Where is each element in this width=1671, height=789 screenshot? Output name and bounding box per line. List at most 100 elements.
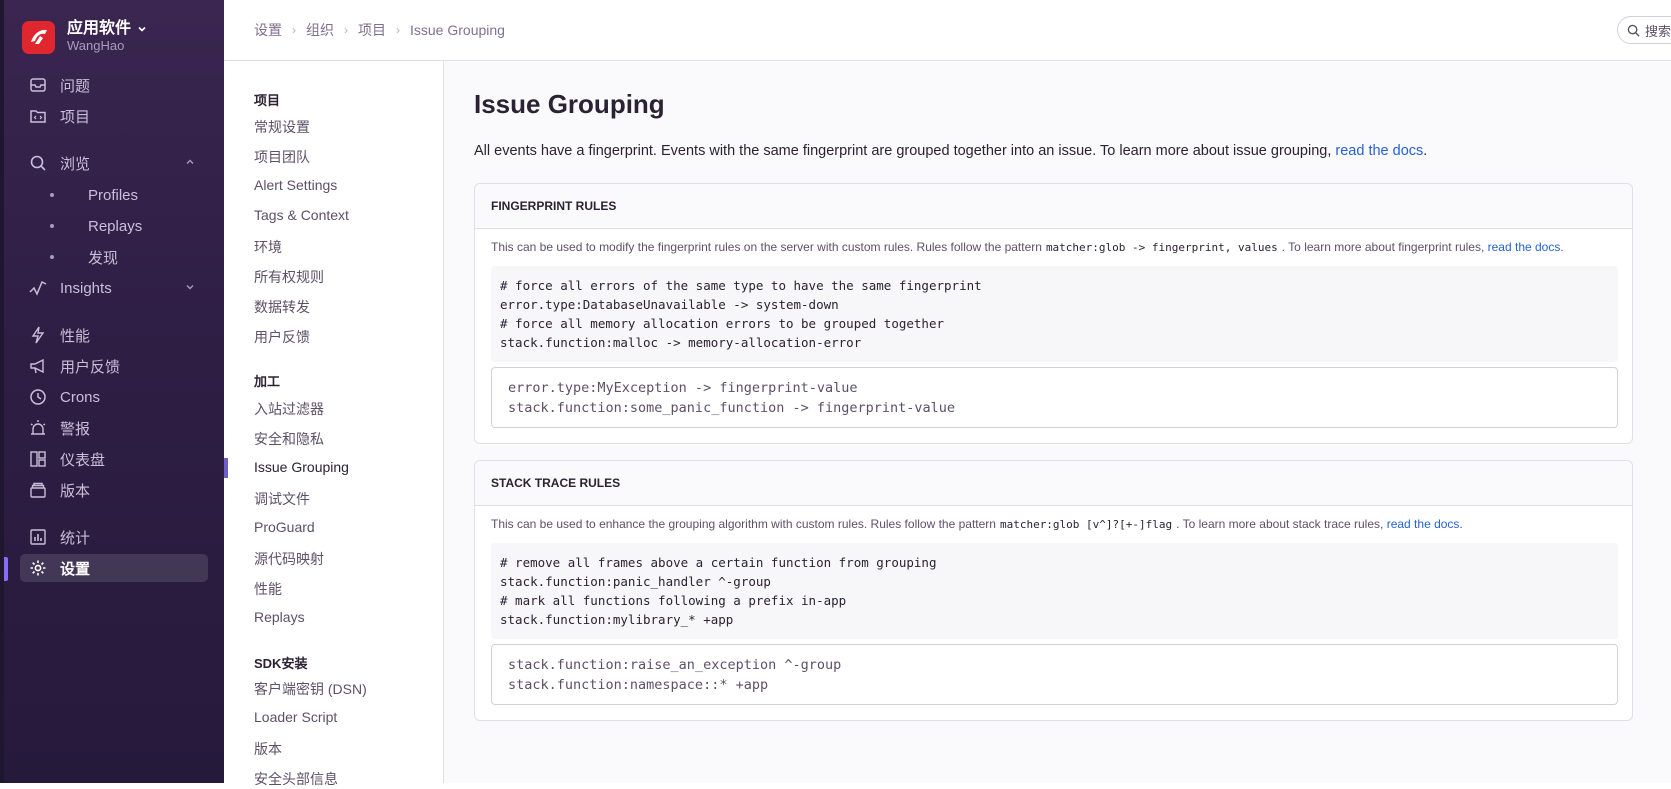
stack-trace-help-text: This can be used to enhance the grouping… (491, 517, 996, 531)
main-sidebar: 应用软件 WangHao 问题 项目 浏览 Profiles Replays 发… (0, 0, 224, 783)
docs-link[interactable]: read the docs (1335, 143, 1423, 159)
breadcrumb-current: Issue Grouping (410, 22, 505, 38)
lightning-icon (28, 325, 48, 345)
chevron-right-icon: › (344, 23, 348, 37)
inbox-icon (28, 75, 48, 95)
page-description-text: All events have a fingerprint. Events wi… (474, 143, 1336, 159)
settings-nav-item[interactable]: 环境 (254, 237, 282, 257)
fingerprint-rules-editor[interactable]: error.type:MyException -> fingerprint-va… (491, 367, 1618, 428)
bullet-icon (50, 224, 54, 228)
search-icon (28, 153, 48, 173)
nav-insights-label: Insights (60, 279, 112, 297)
settings-nav-item[interactable]: 安全和隐私 (254, 429, 324, 449)
stack-trace-rules-help: This can be used to enhance the grouping… (491, 517, 1463, 531)
settings-nav-heading-project: 项目 (254, 93, 281, 108)
settings-nav-item[interactable]: 源代码映射 (254, 549, 324, 569)
folder-icon (28, 106, 48, 126)
nav-crons-label: Crons (60, 388, 101, 406)
bullet-icon (50, 193, 54, 197)
chevron-right-icon: › (396, 23, 400, 37)
nav-discover[interactable]: 发现 (20, 243, 208, 271)
stack-trace-docs-link[interactable]: read the docs (1387, 517, 1460, 531)
breadcrumb: 设置 › 组织 › 项目 › Issue Grouping (254, 20, 505, 40)
nav-stats[interactable]: 统计 (20, 523, 208, 551)
stack-trace-help-end: . (1459, 517, 1463, 531)
page-description-end: . (1423, 143, 1428, 159)
nav-dashboards-label: 仪表盘 (60, 451, 106, 469)
nav-profiles[interactable]: Profiles (20, 181, 208, 209)
gear-icon (28, 558, 48, 578)
search-button[interactable]: 搜索 (1617, 16, 1671, 44)
nav-feedback[interactable]: 用户反馈 (20, 352, 208, 380)
nav-issues[interactable]: 问题 (20, 71, 208, 99)
bullet-icon (50, 255, 54, 259)
org-logo (22, 20, 55, 54)
settings-nav-item[interactable]: 数据转发 (254, 297, 310, 317)
nav-feedback-label: 用户反馈 (60, 358, 121, 376)
nav-explore[interactable]: 浏览 (20, 149, 208, 177)
fingerprint-rules-help: This can be used to modify the fingerpri… (491, 240, 1564, 254)
breadcrumb-project[interactable]: 项目 (358, 20, 386, 40)
settings-nav-item[interactable]: 安全头部信息 (254, 769, 338, 789)
package-icon (28, 480, 48, 500)
fingerprint-help-suffix: . To learn more about fingerprint rules, (1281, 240, 1485, 254)
settings-nav-item[interactable]: ProGuard (254, 519, 315, 535)
settings-nav-item-issue-grouping[interactable]: Issue Grouping (254, 459, 349, 475)
settings-nav-item[interactable]: Loader Script (254, 709, 337, 725)
fingerprint-help-end: . (1560, 240, 1564, 254)
settings-nav-heading-sdk: SDK安装 (254, 656, 308, 671)
nav-dashboards[interactable]: 仪表盘 (20, 445, 208, 473)
settings-nav-heading-processing: 加工 (254, 374, 281, 389)
settings-nav-item[interactable]: 性能 (254, 579, 282, 599)
stack-trace-rules-panel: STACK TRACE RULES This can be used to en… (474, 460, 1633, 721)
nav-performance-label: 性能 (60, 327, 91, 345)
stack-trace-rules-editor[interactable]: stack.function:raise_an_exception ^-grou… (491, 644, 1618, 705)
settings-nav-active-indicator (224, 458, 228, 478)
nav-releases-label: 版本 (60, 482, 91, 500)
nav-settings-label: 设置 (60, 560, 91, 578)
settings-nav-item[interactable]: 版本 (254, 739, 282, 759)
nav-alerts-label: 警报 (60, 420, 91, 438)
settings-nav-item[interactable]: 所有权规则 (254, 267, 324, 287)
dashboard-icon (28, 449, 48, 469)
fingerprint-docs-link[interactable]: read the docs (1488, 240, 1561, 254)
search-icon (1627, 24, 1640, 37)
breadcrumb-organization[interactable]: 组织 (306, 20, 334, 40)
chevron-up-icon (186, 159, 194, 164)
nav-performance[interactable]: 性能 (20, 321, 208, 349)
nav-replays[interactable]: Replays (20, 212, 208, 240)
org-switcher[interactable]: 应用软件 WangHao (22, 20, 147, 54)
nav-crons[interactable]: Crons (20, 383, 208, 411)
nav-stats-label: 统计 (60, 529, 91, 547)
settings-nav: 项目 常规设置 项目团队 Alert Settings Tags & Conte… (224, 61, 444, 787)
search-label: 搜索 (1645, 23, 1671, 39)
settings-nav-item[interactable]: Alert Settings (254, 177, 337, 193)
fingerprint-rules-header: FINGERPRINT RULES (475, 184, 1632, 229)
settings-nav-item[interactable]: 调试文件 (254, 489, 310, 509)
settings-nav-item[interactable]: 入站过滤器 (254, 399, 324, 419)
breadcrumb-settings[interactable]: 设置 (254, 20, 282, 40)
siren-icon (28, 418, 48, 438)
fingerprint-rules-panel: FINGERPRINT RULES This can be used to mo… (474, 183, 1633, 444)
settings-nav-item[interactable]: Replays (254, 609, 305, 625)
top-bar: 设置 › 组织 › 项目 › Issue Grouping 搜索 (224, 0, 1671, 61)
settings-nav-item[interactable]: 用户反馈 (254, 327, 310, 347)
settings-nav-item[interactable]: 常规设置 (254, 117, 310, 137)
settings-nav-item[interactable]: Tags & Context (254, 207, 349, 223)
nav-replays-label: Replays (88, 217, 143, 235)
nav-explore-label: 浏览 (60, 155, 91, 173)
org-name: 应用软件 (67, 20, 132, 37)
stack-trace-pattern: matcher:glob [v^]?[+-]flag (999, 518, 1173, 531)
nav-alerts[interactable]: 警报 (20, 414, 208, 442)
page-description: All events have a fingerprint. Events wi… (474, 143, 1427, 159)
nav-projects[interactable]: 项目 (20, 102, 208, 130)
settings-nav-item[interactable]: 客户端密钥 (DSN) (254, 679, 367, 699)
bar-chart-icon (28, 527, 48, 547)
nav-settings[interactable]: 设置 (20, 554, 208, 582)
settings-nav-item[interactable]: 项目团队 (254, 147, 310, 167)
org-user: WangHao (67, 38, 125, 53)
nav-releases[interactable]: 版本 (20, 476, 208, 504)
nav-insights[interactable]: Insights (20, 274, 208, 302)
fingerprint-rules-example: # force all errors of the same type to h… (491, 266, 1618, 362)
stack-trace-help-suffix: . To learn more about stack trace rules, (1176, 517, 1384, 531)
